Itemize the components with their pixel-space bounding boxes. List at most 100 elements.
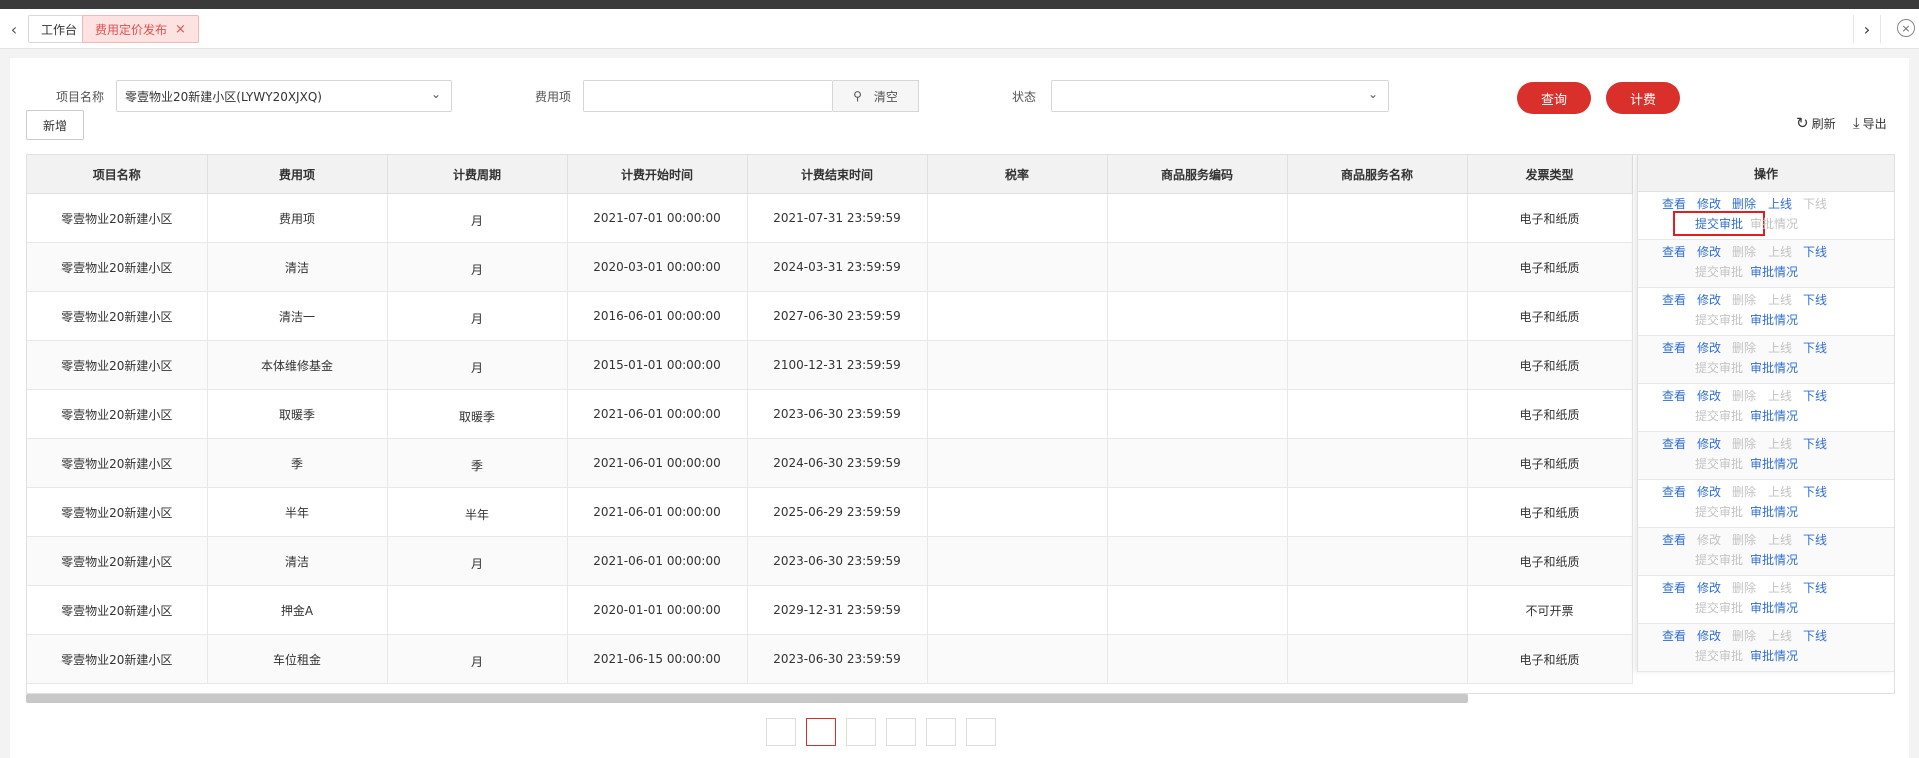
op-submit-link[interactable]: 提交审批: [1672, 211, 1766, 236]
op-approval-link[interactable]: 审批情况: [1750, 359, 1798, 376]
table-cell-tax: [927, 242, 1108, 292]
status-label: 状态: [1012, 90, 1037, 104]
op-delete-link: 删除: [1732, 629, 1757, 643]
op-offline-link[interactable]: 下线: [1803, 531, 1827, 548]
page-prev-button[interactable]: [766, 718, 796, 746]
tabs-prev-button[interactable]: ‹: [0, 9, 28, 49]
op-online-link: 上线: [1768, 437, 1793, 451]
table-cell-code: [1107, 291, 1288, 341]
table-cell-project: 零壹物业20新建小区: [27, 389, 208, 439]
op-offline-link[interactable]: 下线: [1803, 291, 1827, 308]
op-edit-link[interactable]: 修改: [1697, 579, 1721, 596]
op-view-link[interactable]: 查看: [1662, 579, 1686, 596]
table-row: 零壹物业20新建小区 取暖季 取暖季 2021-06-01 00:00:00 2023-…: [27, 389, 1633, 439]
table-cell-name: [1287, 242, 1468, 292]
op-approval-link[interactable]: 审批情况: [1750, 599, 1798, 616]
op-offline-link[interactable]: 下线: [1803, 435, 1827, 452]
table-cell-invoice: 电子和纸质: [1467, 487, 1633, 537]
close-all-icon[interactable]: ×: [1897, 19, 1915, 37]
page-next-button[interactable]: [966, 718, 996, 746]
table-row: 零壹物业20新建小区 押金A 2020-01-01 00:00:00 2029-12-…: [27, 585, 1633, 635]
op-approval-link[interactable]: 审批情况: [1750, 503, 1798, 520]
horizontal-scrollbar[interactable]: [26, 694, 1468, 703]
op-approval-link[interactable]: 审批情况: [1750, 455, 1798, 472]
fee-input[interactable]: [583, 80, 833, 112]
table-cell-invoice: 电子和纸质: [1467, 242, 1633, 292]
project-select[interactable]: 零壹物业20新建小区(LYWY20XJXQ) ⌄: [116, 80, 452, 112]
cell-text: 电子和纸质: [1519, 309, 1580, 324]
op-view-link[interactable]: 查看: [1662, 291, 1686, 308]
op-approval-link[interactable]: 审批情况: [1750, 551, 1798, 568]
op-approval-link[interactable]: 审批情况: [1750, 311, 1798, 328]
op-edit-link[interactable]: 修改: [1697, 291, 1721, 308]
clear-button[interactable]: 清空: [874, 88, 898, 105]
op-edit-link[interactable]: 修改: [1697, 483, 1721, 500]
op-view-link[interactable]: 查看: [1662, 435, 1686, 452]
op-edit-link[interactable]: 修改: [1697, 339, 1721, 356]
op-view-link[interactable]: 查看: [1662, 627, 1686, 644]
op-view-link[interactable]: 查看: [1662, 243, 1686, 260]
export-label: 导出: [1862, 116, 1887, 131]
cell-text: 2023-06-30 23:59:59: [773, 652, 901, 666]
op-edit-link[interactable]: 修改: [1697, 243, 1721, 260]
status-select[interactable]: ⌄: [1051, 80, 1389, 112]
op-edit-link[interactable]: 修改: [1697, 435, 1721, 452]
ops-row: 查看 修改 删除 上线 下线 提交审批 审批情况: [1638, 480, 1894, 528]
op-approval-link[interactable]: 审批情况: [1750, 407, 1798, 424]
op-edit-link[interactable]: 修改: [1697, 627, 1721, 644]
add-button[interactable]: 新增: [26, 110, 84, 140]
op-approval-link[interactable]: 审批情况: [1750, 647, 1798, 664]
query-button[interactable]: 查询: [1517, 82, 1591, 114]
op-offline-link[interactable]: 下线: [1803, 483, 1827, 500]
cell-text: 零壹物业20新建小区: [61, 603, 173, 618]
table-cell-project: 零壹物业20新建小区: [27, 193, 208, 243]
op-view-link[interactable]: 查看: [1662, 483, 1686, 500]
op-offline-link[interactable]: 下线: [1803, 579, 1827, 596]
tab-fee-pricing[interactable]: 费用定价发布 ×: [82, 15, 199, 43]
op-edit-link[interactable]: 修改: [1697, 387, 1721, 404]
col-fee: 费用项: [207, 155, 388, 194]
table-cell-end: 2023-06-30 23:59:59: [747, 634, 928, 684]
cell-text: 月: [470, 262, 483, 277]
cell-text: 零壹物业20新建小区: [61, 505, 173, 520]
col-project: 项目名称: [27, 155, 208, 194]
page-button[interactable]: [886, 718, 916, 746]
table-cell-name: [1287, 438, 1468, 488]
page-button[interactable]: [926, 718, 956, 746]
op-offline-link[interactable]: 下线: [1803, 387, 1827, 404]
op-approval-link[interactable]: 审批情况: [1750, 263, 1798, 280]
table-cell-fee: 清洁一: [207, 291, 388, 341]
op-approval-link: 审批情况: [1750, 217, 1799, 231]
op-offline-link[interactable]: 下线: [1803, 627, 1827, 644]
cell-text: 零壹物业20新建小区: [61, 554, 173, 569]
op-offline-link[interactable]: 下线: [1803, 243, 1827, 260]
op-view-link[interactable]: 查看: [1662, 339, 1686, 356]
cell-text: 2015-01-01 00:00:00: [593, 358, 721, 372]
close-icon[interactable]: ×: [175, 22, 186, 37]
op-offline-link[interactable]: 下线: [1803, 339, 1827, 356]
cell-text: 取暖季: [278, 407, 315, 422]
tab-workbench[interactable]: 工作台: [28, 15, 91, 43]
cell-text: 月: [470, 556, 483, 571]
export-button[interactable]: ⤓ 导出: [1853, 114, 1887, 132]
table-cell-cycle: 月: [387, 340, 568, 390]
charge-button[interactable]: 计费: [1606, 82, 1680, 114]
op-view-link[interactable]: 查看: [1662, 387, 1686, 404]
cell-text: 零壹物业20新建小区: [61, 260, 173, 275]
search-icon[interactable]: ⚲: [853, 89, 862, 103]
page-button[interactable]: [806, 718, 836, 746]
op-online-link[interactable]: 上线: [1768, 195, 1792, 212]
op-delete-link[interactable]: 删除: [1732, 195, 1756, 212]
ops-row: 查看 修改 删除 上线 下线 提交审批 审批情况: [1638, 384, 1894, 432]
fee-search-addon[interactable]: ⚲ 清空: [833, 80, 919, 112]
op-view-link[interactable]: 查看: [1662, 195, 1686, 212]
table-cell-fee: 取暖季: [207, 389, 388, 439]
refresh-button[interactable]: ↻ 刷新: [1796, 114, 1836, 132]
col-end: 计费结束时间: [747, 155, 928, 194]
op-view-link[interactable]: 查看: [1662, 531, 1686, 548]
page-button[interactable]: [846, 718, 876, 746]
table-cell-tax: [927, 340, 1108, 390]
tabs-next-button[interactable]: ›: [1853, 15, 1881, 43]
table-cell-start: 2021-06-01 00:00:00: [567, 487, 748, 537]
op-edit-link[interactable]: 修改: [1697, 195, 1721, 212]
